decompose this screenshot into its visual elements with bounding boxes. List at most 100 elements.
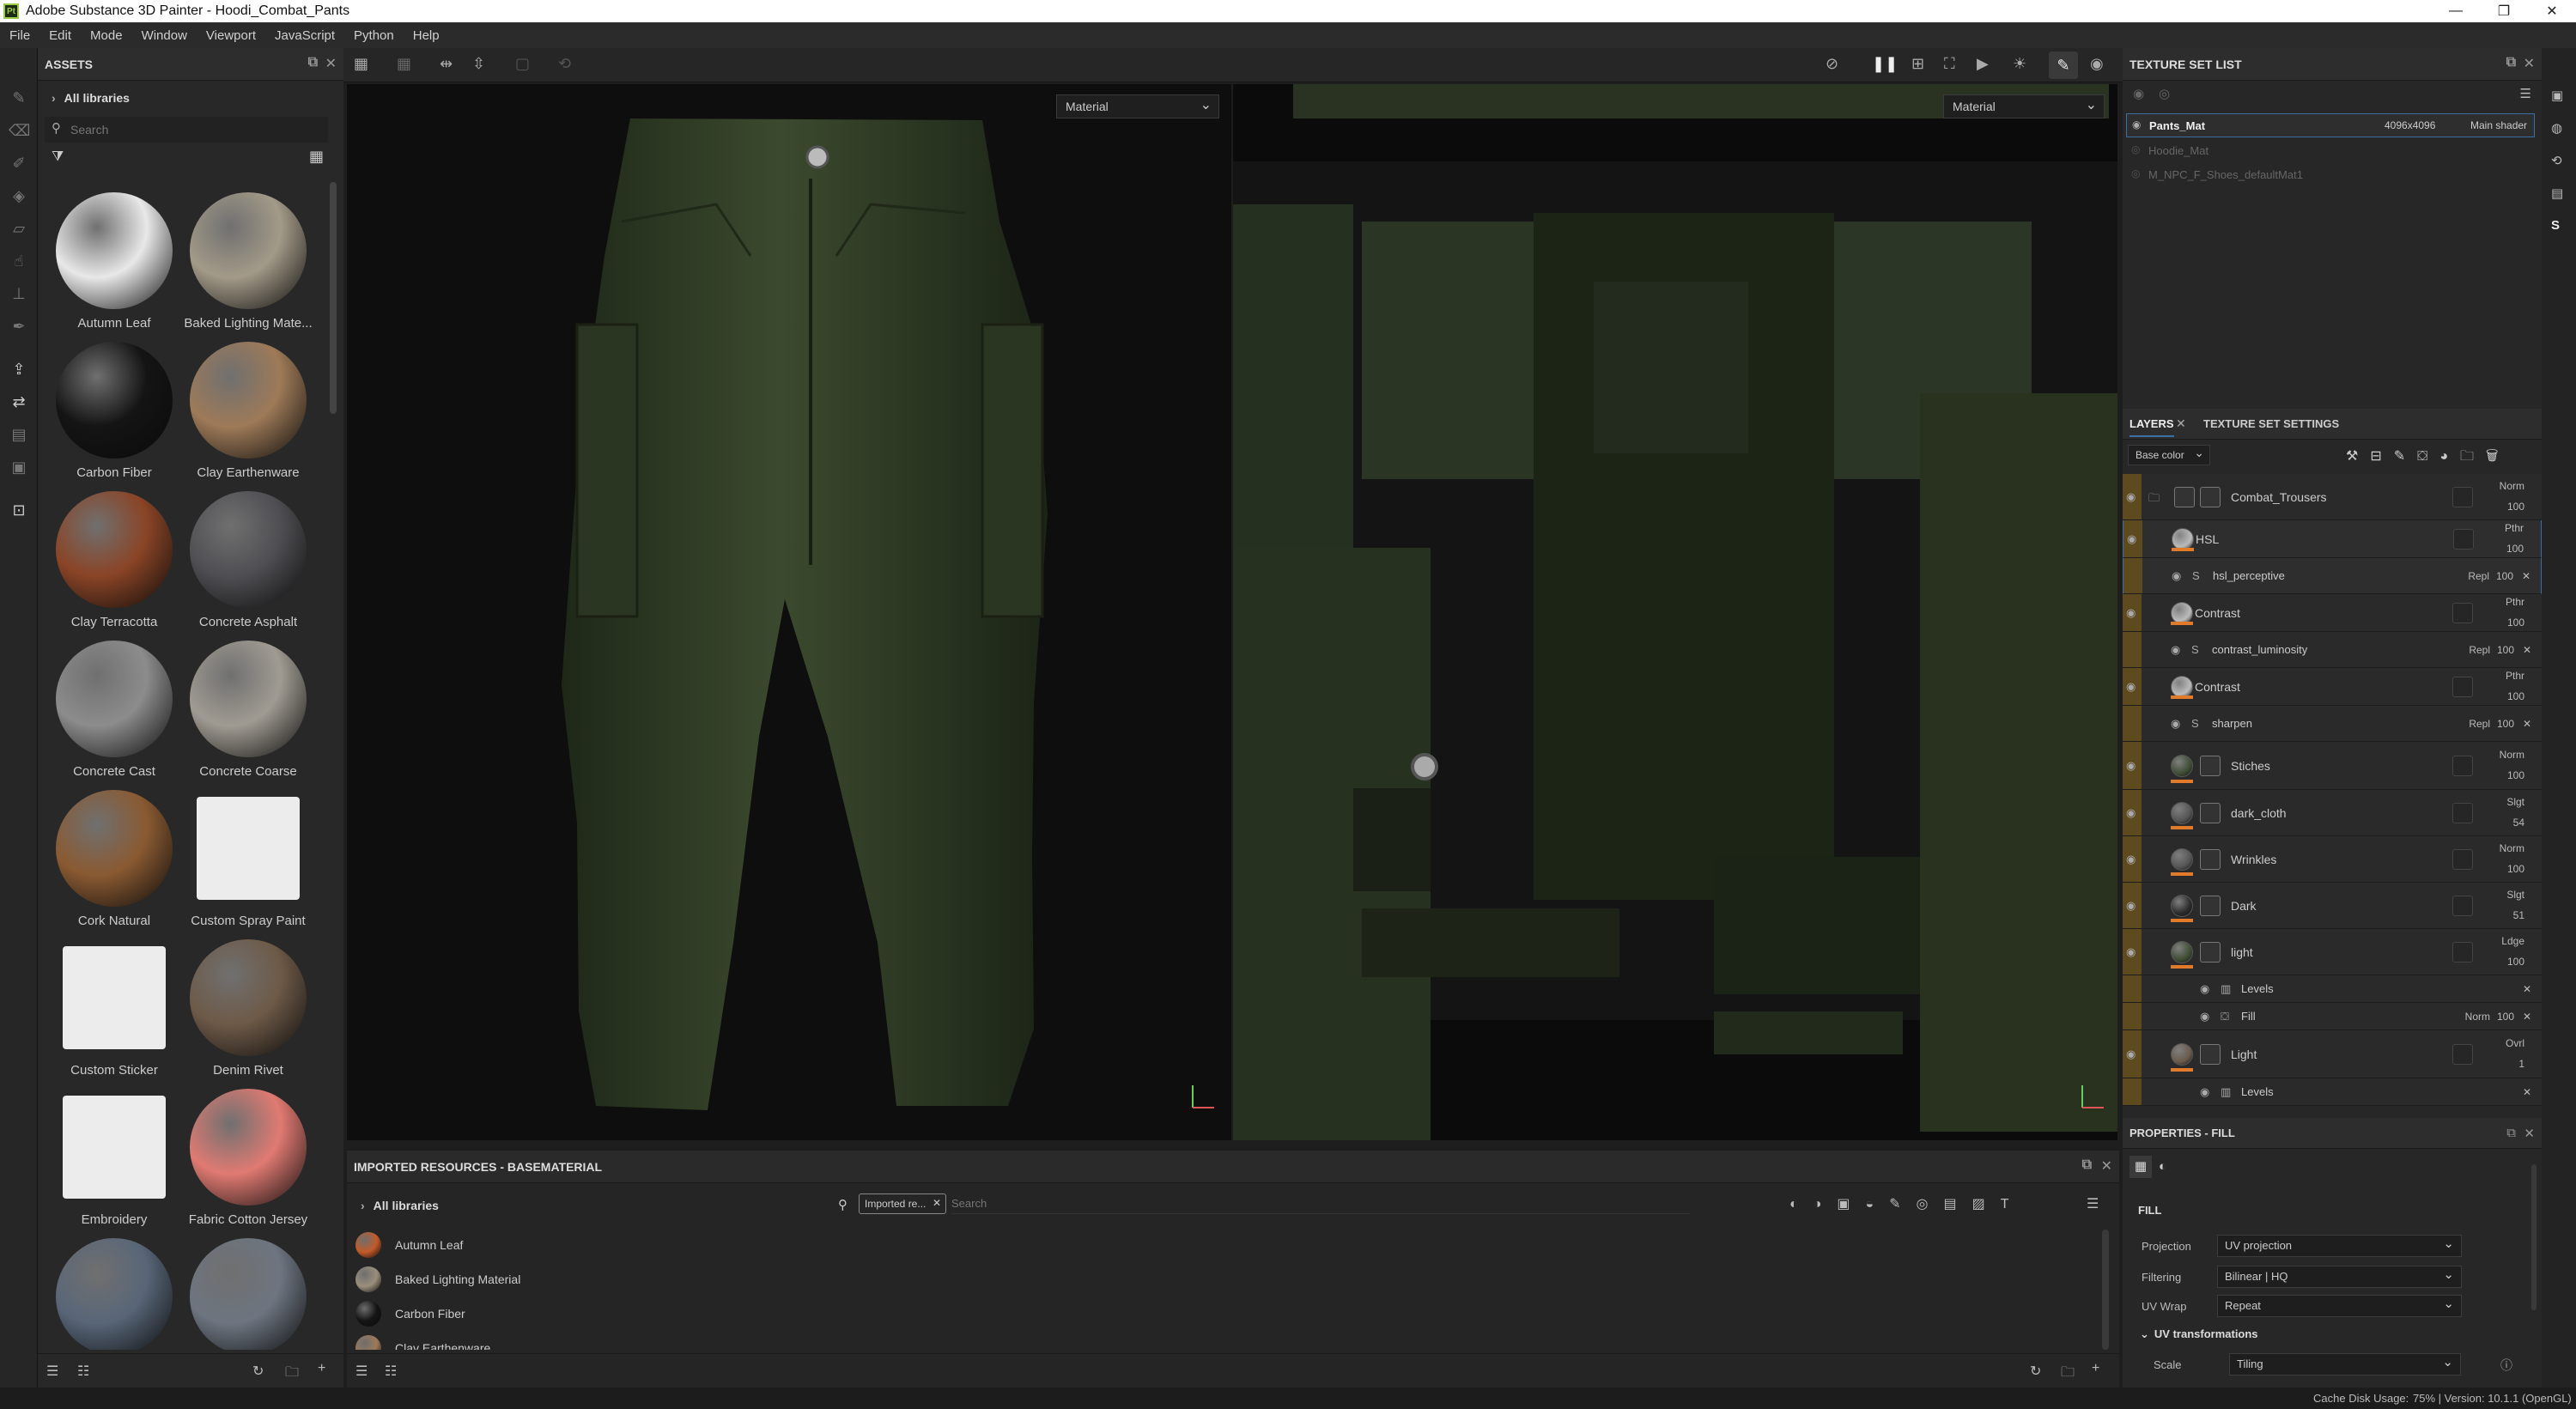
history-icon[interactable]: ⟲	[2551, 153, 2562, 168]
close-icon[interactable]: ✕	[2176, 416, 2186, 431]
layer-color-box[interactable]	[2452, 942, 2473, 963]
eye-icon[interactable]: ◉	[2171, 643, 2180, 657]
eye-icon[interactable]: ◎	[2131, 143, 2140, 155]
asset-tile[interactable]: Clay Earthenware	[184, 342, 313, 488]
filtering-select[interactable]: Bilinear | HQ	[2217, 1266, 2462, 1288]
layer-effect-row[interactable]: ◉ ▥ Levels ✕	[2123, 1078, 2542, 1106]
blend-mode[interactable]: Repl	[2469, 644, 2490, 656]
paint-brush-icon[interactable]: ✎	[9, 88, 29, 108]
log-icon[interactable]: ⊡	[9, 500, 29, 520]
list-item[interactable]: Clay Earthenware	[355, 1333, 490, 1350]
refresh-icon[interactable]: ↻	[252, 1363, 264, 1380]
history-icon[interactable]: ⟲	[558, 55, 571, 73]
eye-icon[interactable]: ◉	[2200, 1010, 2209, 1023]
layer-effect-row[interactable]: ◉ ⛋ Fill Norm 100 ✕	[2123, 1003, 2542, 1030]
layer-effect-row[interactable]: ◉ Ssharpen Repl 100 ✕	[2123, 706, 2542, 742]
text-filter-icon[interactable]: T	[2001, 1197, 2025, 1212]
eye-icon[interactable]: ◉	[2127, 532, 2136, 546]
blend-mode[interactable]: Norm	[2500, 842, 2524, 854]
assets-scrollbar[interactable]	[330, 182, 337, 414]
layer-row[interactable]: ◉ Wrinkles Norm 100	[2123, 836, 2542, 883]
list-settings-icon[interactable]: ☷	[385, 1363, 397, 1380]
undock-icon[interactable]: ⧉	[2082, 1157, 2092, 1173]
eye-icon[interactable]: ◉	[2126, 853, 2136, 866]
layer-row[interactable]: ◉ HSL Pthr 100	[2123, 520, 2542, 558]
material-icon[interactable]: ◐	[2159, 1156, 2166, 1178]
display-settings-icon[interactable]: ◍	[2551, 120, 2562, 136]
blend-mode[interactable]: Slgt	[2506, 889, 2524, 901]
scale-select[interactable]: Tiling	[2229, 1353, 2461, 1376]
eraser-icon[interactable]: ⌫	[9, 120, 30, 141]
minimize-icon[interactable]: —	[2432, 0, 2480, 22]
info-icon[interactable]: ⓘ	[2500, 1357, 2512, 1374]
log-icon[interactable]: ▤	[2551, 185, 2563, 201]
asset-tile[interactable]: Concrete Asphalt	[184, 491, 313, 637]
list-item[interactable]: Baked Lighting Material	[355, 1264, 520, 1295]
delete-icon[interactable]: 🗑	[2486, 449, 2510, 464]
remove-effect-icon[interactable]: ✕	[2523, 644, 2531, 656]
layer-opacity[interactable]: 100	[2507, 501, 2524, 513]
texture-filter-icon[interactable]: ▤	[1944, 1197, 1972, 1212]
display-settings-icon[interactable]: ▤	[9, 424, 29, 445]
mask-filter-icon[interactable]: ▣	[1837, 1197, 1865, 1212]
effect-opacity[interactable]: 100	[2497, 718, 2514, 730]
pause-icon[interactable]: ❚❚	[1872, 55, 1898, 73]
folder-icon[interactable]: 🗀	[2061, 1363, 2075, 1386]
blend-mode[interactable]: Pthr	[2506, 596, 2524, 608]
list-item[interactable]: Autumn Leaf	[355, 1230, 463, 1260]
asset-tile[interactable]: Cork Natural	[50, 790, 179, 936]
shelf-icon[interactable]: ▣	[9, 457, 29, 477]
menu-icon[interactable]: ☰	[2520, 86, 2531, 101]
remove-effect-icon[interactable]: ✕	[2523, 1011, 2531, 1023]
layer-opacity[interactable]: 100	[2506, 543, 2524, 555]
color-picker-icon[interactable]: ✒	[9, 316, 29, 337]
layer-color-box[interactable]	[2452, 849, 2473, 870]
layer-opacity[interactable]: 100	[2507, 769, 2524, 781]
list-view-icon[interactable]: ☰	[2087, 1195, 2099, 1212]
lighting-icon[interactable]: ☀	[2013, 55, 2026, 73]
effect-opacity[interactable]: 100	[2496, 570, 2513, 582]
viewport-2d[interactable]: Material	[1233, 84, 2117, 1140]
blend-mode[interactable]: Repl	[2469, 718, 2490, 730]
asset-tile[interactable]: Concrete Coarse	[184, 641, 313, 786]
asset-tile[interactable]	[184, 1238, 313, 1350]
eye-icon[interactable]: ◉	[2172, 569, 2181, 583]
tab-texture-set-settings[interactable]: TEXTURE SET SETTINGS	[2203, 417, 2339, 430]
close-panel-icon[interactable]: ✕	[2524, 1126, 2535, 1141]
layer-effect-row[interactable]: ◉ ▥ Levels ✕	[2123, 975, 2542, 1003]
effect-opacity[interactable]: 100	[2497, 644, 2514, 656]
blend-mode[interactable]: Ldge	[2501, 935, 2524, 947]
undock-icon[interactable]: ⧉	[2506, 55, 2516, 70]
close-panel-icon[interactable]: ✕	[2101, 1157, 2112, 1175]
particles-filter-icon[interactable]: ◎	[1917, 1197, 1944, 1212]
layer-color-box[interactable]	[2452, 487, 2473, 507]
layer-opacity[interactable]: 100	[2507, 956, 2524, 968]
add-fill-layer-icon[interactable]: ⛋	[2417, 449, 2439, 464]
layer-row[interactable]: ◉ dark_cloth Slgt 54	[2123, 790, 2542, 836]
asset-tile[interactable]	[50, 1238, 179, 1350]
material-filter-icon[interactable]: ◐	[1789, 1197, 1814, 1212]
undock-icon[interactable]: ⧉	[2506, 1126, 2516, 1140]
menu-viewport[interactable]: Viewport	[197, 28, 265, 43]
layer-color-box[interactable]	[2452, 603, 2473, 623]
asset-tile[interactable]: Custom Spray Paint	[184, 790, 313, 936]
blend-mode[interactable]: Ovrl	[2506, 1037, 2524, 1049]
eye-icon[interactable]: ◉	[2126, 1048, 2136, 1061]
layer-opacity[interactable]: 54	[2513, 817, 2524, 829]
menu-help[interactable]: Help	[404, 28, 449, 43]
bake-icon[interactable]: ⇪	[9, 359, 29, 380]
refresh-icon[interactable]: ↻	[2030, 1363, 2041, 1380]
close-panel-icon[interactable]: ✕	[2524, 55, 2535, 72]
frame-icon[interactable]: ▢	[515, 55, 530, 73]
eye-icon[interactable]: ◉	[2200, 1085, 2209, 1099]
eye-icon[interactable]: ◉	[2132, 118, 2141, 131]
undock-icon[interactable]: ⧉	[308, 55, 318, 70]
layer-opacity[interactable]: 100	[2507, 690, 2524, 702]
add-folder-icon[interactable]: 🗀	[2460, 449, 2486, 464]
asset-tile[interactable]: Clay Terracotta	[50, 491, 179, 637]
layer-color-box[interactable]	[2452, 803, 2473, 823]
blend-mode[interactable]: Pthr	[2506, 670, 2524, 682]
layer-opacity[interactable]: 100	[2507, 863, 2524, 875]
eye-icon[interactable]: ◉	[2126, 606, 2136, 620]
filter-effect-icon[interactable]: ◒	[1865, 1197, 1889, 1212]
